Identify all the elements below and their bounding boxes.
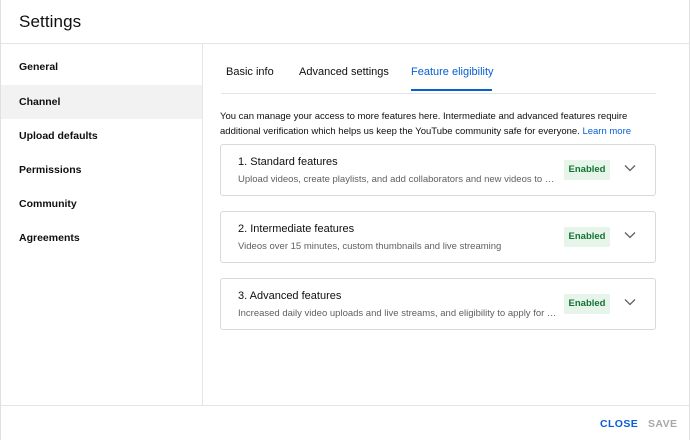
settings-dialog: Settings General Channel Upload defaults… <box>0 0 690 440</box>
dialog-header: Settings <box>1 0 690 44</box>
chevron-down-icon[interactable] <box>623 161 637 175</box>
feature-card-advanced[interactable]: 3. Advanced features Increased daily vid… <box>220 278 656 330</box>
status-badge: Enabled <box>564 294 610 314</box>
chevron-down-icon[interactable] <box>623 228 637 242</box>
sidebar-item-agreements[interactable]: Agreements <box>1 221 202 255</box>
sidebar-item-upload-defaults[interactable]: Upload defaults <box>1 119 202 153</box>
chevron-down-icon[interactable] <box>623 295 637 309</box>
feature-card-standard[interactable]: 1. Standard features Upload videos, crea… <box>220 144 656 196</box>
status-badge: Enabled <box>564 160 610 180</box>
dialog-footer: CLOSE SAVE <box>1 405 690 440</box>
feature-card-intermediate[interactable]: 2. Intermediate features Videos over 15 … <box>220 211 656 263</box>
tab-feature-eligibility[interactable]: Feature eligibility <box>411 66 494 78</box>
channel-tabs: Basic info Advanced settings Feature eli… <box>204 44 690 92</box>
status-badge: Enabled <box>564 227 610 247</box>
feature-title: 2. Intermediate features <box>238 223 355 235</box>
tab-advanced-settings[interactable]: Advanced settings <box>299 66 389 78</box>
feature-description: Increased daily video uploads and live s… <box>238 308 558 319</box>
feature-title: 3. Advanced features <box>238 290 342 302</box>
sidebar-item-general[interactable]: General <box>1 50 202 84</box>
settings-sidebar: General Channel Upload defaults Permissi… <box>1 44 203 405</box>
feature-eligibility-intro: You can manage your access to more featu… <box>220 109 640 139</box>
sidebar-item-permissions[interactable]: Permissions <box>1 153 202 187</box>
intro-text: You can manage your access to more featu… <box>220 111 628 137</box>
close-button[interactable]: CLOSE <box>600 418 638 430</box>
feature-description: Upload videos, create playlists, and add… <box>238 174 558 185</box>
feature-description: Videos over 15 minutes, custom thumbnail… <box>238 241 502 252</box>
sidebar-item-channel[interactable]: Channel <box>1 85 202 119</box>
tab-basic-info[interactable]: Basic info <box>226 66 274 78</box>
learn-more-link[interactable]: Learn more <box>582 126 631 137</box>
sidebar-item-community[interactable]: Community <box>1 187 202 221</box>
save-button[interactable]: SAVE <box>648 418 677 430</box>
tabs-divider <box>221 93 656 94</box>
dialog-title: Settings <box>19 12 82 31</box>
active-tab-indicator <box>411 89 492 91</box>
feature-title: 1. Standard features <box>238 156 338 168</box>
